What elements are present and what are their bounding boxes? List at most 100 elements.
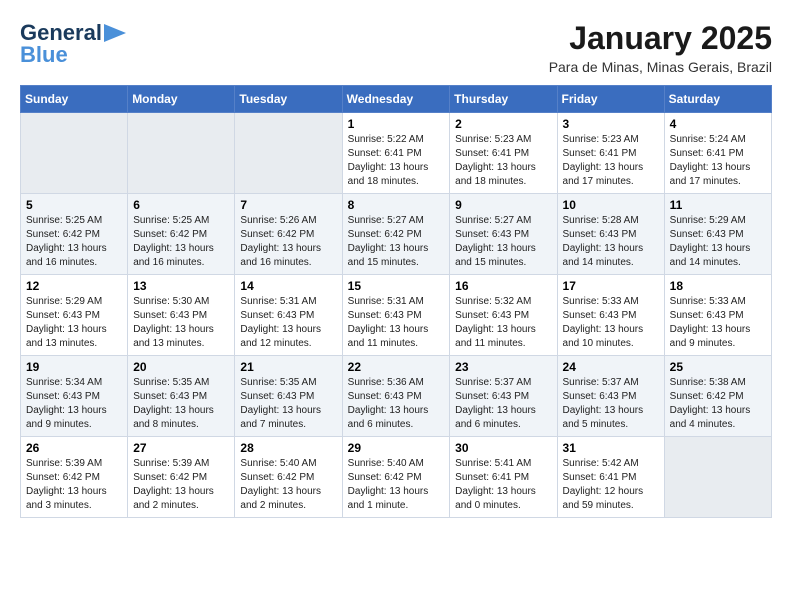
calendar-cell: 1 Sunrise: 5:22 AM Sunset: 6:41 PM Daylig… (342, 113, 450, 194)
day-header: Wednesday (342, 86, 450, 113)
title-block: January 2025 Para de Minas, Minas Gerais… (549, 20, 772, 75)
week-row: 12Sunrise: 5:29 AM Sunset: 6:43 PM Dayli… (21, 275, 772, 356)
day-header: Saturday (664, 86, 771, 113)
day-info: Sunrise: 5:23 AM Sunset: 6:41 PM Dayligh… (563, 133, 659, 189)
day-number: 6 (133, 198, 229, 212)
day-info: Sunrise: 5:33 AM Sunset: 6:43 PM Dayligh… (670, 295, 766, 351)
day-number: 12 (26, 279, 122, 293)
location: Para de Minas, Minas Gerais, Brazil (549, 59, 772, 75)
logo-blue: Blue (20, 42, 68, 68)
day-header: Thursday (450, 86, 557, 113)
day-number: 18 (670, 279, 766, 293)
day-info: Sunrise: 5:35 AM Sunset: 6:43 PM Dayligh… (240, 376, 336, 432)
calendar-cell: 8 Sunrise: 5:27 AM Sunset: 6:42 PM Daylig… (342, 194, 450, 275)
day-number: 7 (240, 198, 336, 212)
day-info: Sunrise: 5:32 AM Sunset: 6:43 PM Dayligh… (455, 295, 551, 351)
calendar-cell: 12Sunrise: 5:29 AM Sunset: 6:43 PM Dayli… (21, 275, 128, 356)
calendar-cell: 27 Sunrise: 5:39 AM Sunset: 6:42 PM Dayli… (128, 437, 235, 518)
day-number: 14 (240, 279, 336, 293)
calendar-cell: 31 Sunrise: 5:42 AM Sunset: 6:41 PM Dayli… (557, 437, 664, 518)
calendar-cell (128, 113, 235, 194)
day-info: Sunrise: 5:27 AM Sunset: 6:43 PM Dayligh… (455, 214, 551, 270)
day-info: Sunrise: 5:25 AM Sunset: 6:42 PM Dayligh… (26, 214, 122, 270)
day-info: Sunrise: 5:42 AM Sunset: 6:41 PM Dayligh… (563, 457, 659, 513)
day-number: 23 (455, 360, 551, 374)
day-number: 16 (455, 279, 551, 293)
calendar-cell: 26 Sunrise: 5:39 AM Sunset: 6:42 PM Dayli… (21, 437, 128, 518)
day-info: Sunrise: 5:40 AM Sunset: 6:42 PM Dayligh… (240, 457, 336, 513)
day-number: 17 (563, 279, 659, 293)
calendar-cell: 13Sunrise: 5:30 AM Sunset: 6:43 PM Dayli… (128, 275, 235, 356)
day-number: 8 (348, 198, 445, 212)
calendar-cell: 4 Sunrise: 5:24 AM Sunset: 6:41 PM Daylig… (664, 113, 771, 194)
day-info: Sunrise: 5:31 AM Sunset: 6:43 PM Dayligh… (240, 295, 336, 351)
week-row: 1 Sunrise: 5:22 AM Sunset: 6:41 PM Daylig… (21, 113, 772, 194)
day-number: 3 (563, 117, 659, 131)
day-number: 2 (455, 117, 551, 131)
day-info: Sunrise: 5:41 AM Sunset: 6:41 PM Dayligh… (455, 457, 551, 513)
day-number: 25 (670, 360, 766, 374)
day-number: 30 (455, 441, 551, 455)
day-number: 31 (563, 441, 659, 455)
calendar-cell: 19 Sunrise: 5:34 AM Sunset: 6:43 PM Dayli… (21, 356, 128, 437)
day-info: Sunrise: 5:27 AM Sunset: 6:42 PM Dayligh… (348, 214, 445, 270)
header-row: SundayMondayTuesdayWednesdayThursdayFrid… (21, 86, 772, 113)
day-info: Sunrise: 5:26 AM Sunset: 6:42 PM Dayligh… (240, 214, 336, 270)
calendar-cell: 17 Sunrise: 5:33 AM Sunset: 6:43 PM Dayli… (557, 275, 664, 356)
day-info: Sunrise: 5:23 AM Sunset: 6:41 PM Dayligh… (455, 133, 551, 189)
day-info: Sunrise: 5:39 AM Sunset: 6:42 PM Dayligh… (133, 457, 229, 513)
calendar-cell: 15Sunrise: 5:31 AM Sunset: 6:43 PM Dayli… (342, 275, 450, 356)
calendar-cell (664, 437, 771, 518)
day-number: 19 (26, 360, 122, 374)
day-info: Sunrise: 5:37 AM Sunset: 6:43 PM Dayligh… (563, 376, 659, 432)
day-info: Sunrise: 5:22 AM Sunset: 6:41 PM Dayligh… (348, 133, 445, 189)
calendar-cell: 11 Sunrise: 5:29 AM Sunset: 6:43 PM Dayli… (664, 194, 771, 275)
calendar-table: SundayMondayTuesdayWednesdayThursdayFrid… (20, 85, 772, 518)
day-info: Sunrise: 5:30 AM Sunset: 6:43 PM Dayligh… (133, 295, 229, 351)
calendar-cell: 7 Sunrise: 5:26 AM Sunset: 6:42 PM Daylig… (235, 194, 342, 275)
day-number: 28 (240, 441, 336, 455)
day-number: 9 (455, 198, 551, 212)
calendar-cell: 18 Sunrise: 5:33 AM Sunset: 6:43 PM Dayli… (664, 275, 771, 356)
day-number: 27 (133, 441, 229, 455)
day-header: Tuesday (235, 86, 342, 113)
day-info: Sunrise: 5:25 AM Sunset: 6:42 PM Dayligh… (133, 214, 229, 270)
day-number: 1 (348, 117, 445, 131)
logo: General Blue (20, 20, 126, 68)
week-row: 5 Sunrise: 5:25 AM Sunset: 6:42 PM Daylig… (21, 194, 772, 275)
day-number: 5 (26, 198, 122, 212)
day-number: 26 (26, 441, 122, 455)
month-title: January 2025 (549, 20, 772, 57)
week-row: 19 Sunrise: 5:34 AM Sunset: 6:43 PM Dayli… (21, 356, 772, 437)
calendar-cell: 16 Sunrise: 5:32 AM Sunset: 6:43 PM Dayli… (450, 275, 557, 356)
day-info: Sunrise: 5:24 AM Sunset: 6:41 PM Dayligh… (670, 133, 766, 189)
day-number: 29 (348, 441, 445, 455)
calendar-cell: 25 Sunrise: 5:38 AM Sunset: 6:42 PM Dayli… (664, 356, 771, 437)
page-header: General Blue January 2025 Para de Minas,… (20, 20, 772, 75)
calendar-cell: 5 Sunrise: 5:25 AM Sunset: 6:42 PM Daylig… (21, 194, 128, 275)
day-info: Sunrise: 5:39 AM Sunset: 6:42 PM Dayligh… (26, 457, 122, 513)
day-info: Sunrise: 5:29 AM Sunset: 6:43 PM Dayligh… (670, 214, 766, 270)
day-number: 11 (670, 198, 766, 212)
day-info: Sunrise: 5:38 AM Sunset: 6:42 PM Dayligh… (670, 376, 766, 432)
day-info: Sunrise: 5:33 AM Sunset: 6:43 PM Dayligh… (563, 295, 659, 351)
day-info: Sunrise: 5:37 AM Sunset: 6:43 PM Dayligh… (455, 376, 551, 432)
day-info: Sunrise: 5:40 AM Sunset: 6:42 PM Dayligh… (348, 457, 445, 513)
day-info: Sunrise: 5:34 AM Sunset: 6:43 PM Dayligh… (26, 376, 122, 432)
day-number: 24 (563, 360, 659, 374)
calendar-cell: 30 Sunrise: 5:41 AM Sunset: 6:41 PM Dayli… (450, 437, 557, 518)
calendar-cell: 23 Sunrise: 5:37 AM Sunset: 6:43 PM Dayli… (450, 356, 557, 437)
calendar-cell: 14 Sunrise: 5:31 AM Sunset: 6:43 PM Dayli… (235, 275, 342, 356)
day-number: 20 (133, 360, 229, 374)
calendar-cell: 3 Sunrise: 5:23 AM Sunset: 6:41 PM Daylig… (557, 113, 664, 194)
day-number: 4 (670, 117, 766, 131)
day-number: 15 (348, 279, 445, 293)
day-info: Sunrise: 5:35 AM Sunset: 6:43 PM Dayligh… (133, 376, 229, 432)
calendar-cell: 29 Sunrise: 5:40 AM Sunset: 6:42 PM Dayli… (342, 437, 450, 518)
calendar-cell: 28 Sunrise: 5:40 AM Sunset: 6:42 PM Dayli… (235, 437, 342, 518)
calendar-cell: 21Sunrise: 5:35 AM Sunset: 6:43 PM Dayli… (235, 356, 342, 437)
calendar-cell: 2 Sunrise: 5:23 AM Sunset: 6:41 PM Daylig… (450, 113, 557, 194)
week-row: 26 Sunrise: 5:39 AM Sunset: 6:42 PM Dayli… (21, 437, 772, 518)
day-header: Monday (128, 86, 235, 113)
logo-arrow-icon (104, 24, 126, 42)
